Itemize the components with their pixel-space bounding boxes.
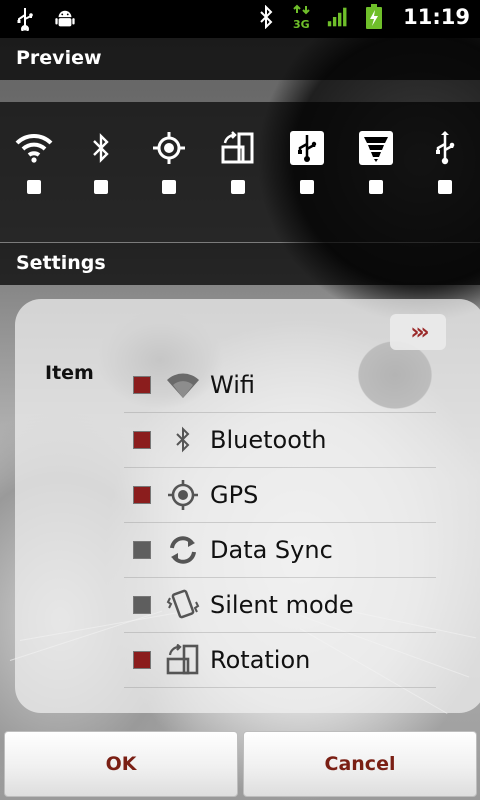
- preview-checkbox[interactable]: [27, 180, 41, 194]
- settings-title: Settings: [0, 243, 480, 285]
- preview-item-usb[interactable]: [425, 128, 465, 218]
- preview-strip: [0, 102, 480, 242]
- usb-box-icon: [287, 128, 327, 168]
- item-label: Rotation: [210, 646, 311, 674]
- android-debug-icon: [54, 6, 76, 32]
- list-item-gps[interactable]: GPS: [124, 468, 436, 523]
- item-label: Data Sync: [210, 536, 333, 564]
- preview-item-gps[interactable]: [149, 128, 189, 218]
- item-checkbox-checked[interactable]: [133, 486, 151, 504]
- preview-title: Preview: [0, 38, 480, 80]
- list-item-rotation[interactable]: Rotation: [124, 633, 436, 688]
- gps-icon: [165, 477, 201, 513]
- preview-item-wifi[interactable]: [14, 128, 54, 218]
- preview-checkbox[interactable]: [231, 180, 245, 194]
- list-item-bluetooth[interactable]: Bluetooth: [124, 413, 436, 468]
- item-checkbox-checked[interactable]: [133, 376, 151, 394]
- svg-text:3G: 3G: [293, 18, 310, 30]
- bluetooth-icon: [81, 128, 121, 168]
- item-label: Wifi: [210, 371, 255, 399]
- item-label: Bluetooth: [210, 426, 327, 454]
- preview-checkbox[interactable]: [438, 180, 452, 194]
- wifi-icon: [14, 128, 54, 168]
- bluetooth-icon: [165, 422, 201, 458]
- rotation-icon: [218, 128, 258, 168]
- vibrate-icon: [165, 587, 201, 623]
- item-label: Silent mode: [210, 591, 354, 619]
- preview-checkbox[interactable]: [94, 180, 108, 194]
- signal-icon: [327, 4, 349, 30]
- settings-list: Wifi Bluetooth GPS Data Sync Silent mode: [124, 358, 436, 688]
- list-item-silent-mode[interactable]: Silent mode: [124, 578, 436, 633]
- usb-icon: [14, 6, 36, 32]
- item-checkbox-checked[interactable]: [133, 651, 151, 669]
- battery-charging-icon: [363, 4, 385, 30]
- 3g-data-icon: 3G: [291, 4, 313, 30]
- preview-checkbox[interactable]: [300, 180, 314, 194]
- item-checkbox-checked[interactable]: [133, 431, 151, 449]
- preview-item-bluetooth[interactable]: [81, 128, 121, 218]
- preview-item-usb-storage[interactable]: [287, 128, 327, 218]
- ok-button[interactable]: OK: [4, 731, 238, 797]
- brightness-icon: [356, 128, 396, 168]
- gps-icon: [149, 128, 189, 168]
- usb-icon: [425, 128, 465, 168]
- preview-checkbox[interactable]: [369, 180, 383, 194]
- more-button[interactable]: ›››: [390, 314, 446, 350]
- status-bar: 3G 11:19: [0, 0, 480, 38]
- item-checkbox-unchecked[interactable]: [133, 541, 151, 559]
- item-header: Item: [45, 362, 94, 384]
- cancel-button[interactable]: Cancel: [243, 731, 477, 797]
- status-clock: 11:19: [403, 5, 470, 29]
- list-item-wifi[interactable]: Wifi: [124, 358, 436, 413]
- item-label: GPS: [210, 481, 259, 509]
- item-checkbox-unchecked[interactable]: [133, 596, 151, 614]
- preview-item-rotation[interactable]: [218, 128, 258, 218]
- wifi-icon: [165, 367, 201, 403]
- preview-item-brightness[interactable]: [356, 128, 396, 218]
- rotation-icon: [165, 642, 201, 678]
- sync-icon: [165, 532, 201, 568]
- bluetooth-icon: [255, 4, 277, 30]
- preview-checkbox[interactable]: [162, 180, 176, 194]
- list-item-data-sync[interactable]: Data Sync: [124, 523, 436, 578]
